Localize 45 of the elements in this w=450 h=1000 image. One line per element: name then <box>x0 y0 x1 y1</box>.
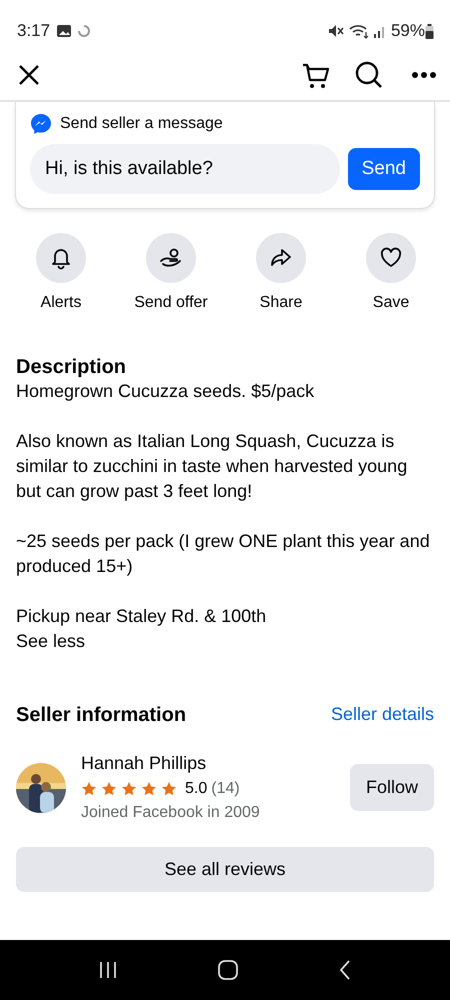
message-field[interactable]: Hi, is this available? <box>30 144 340 194</box>
description-text: Pickup near Staley Rd. & 100th <box>16 605 268 628</box>
star-icon <box>81 781 97 797</box>
star-icon <box>101 781 117 797</box>
description-text: ~25 seeds per pack (I grew ONE plant this year and produced 15+) <box>16 530 431 578</box>
home-icon[interactable] <box>218 960 238 980</box>
action-label: Save <box>372 293 410 313</box>
recent-apps-icon[interactable] <box>98 961 118 979</box>
mute-icon <box>328 24 344 38</box>
section-heading: Description <box>16 355 128 379</box>
signal-icon <box>372 24 387 38</box>
see-all-reviews-button[interactable]: See all reviews <box>16 847 434 892</box>
action-label: Send offer <box>134 293 208 313</box>
image-icon <box>56 23 72 39</box>
see-less-link[interactable]: See less <box>16 629 86 654</box>
messenger-icon <box>30 113 52 135</box>
back-icon[interactable] <box>338 960 352 980</box>
action-label: Share <box>260 293 302 313</box>
search-icon[interactable] <box>354 60 384 90</box>
seller-name: Hannah Phillips <box>81 752 208 775</box>
more-icon[interactable] <box>412 71 436 79</box>
rating-value: 5.0 <box>185 779 208 799</box>
wifi-icon <box>348 23 370 39</box>
action-button[interactable] <box>256 233 306 283</box>
star-icon <box>121 781 137 797</box>
card-title: Send seller a message <box>60 114 223 134</box>
action-label: Alerts <box>40 293 82 313</box>
loading-icon <box>78 25 90 37</box>
seller-details-link[interactable]: Seller details <box>330 701 434 728</box>
review-count: (14) <box>211 779 240 799</box>
battery-percent: 59% <box>390 20 425 42</box>
follow-button[interactable]: Follow <box>350 764 434 811</box>
star-icon <box>141 781 157 797</box>
action-button[interactable] <box>366 233 416 283</box>
star-icon <box>161 781 177 797</box>
cart-icon[interactable] <box>302 61 330 89</box>
action-button[interactable] <box>146 233 196 283</box>
section-heading: Seller information <box>16 702 186 726</box>
description-text: Also known as Italian Long Squash, Cucuzza is similar to zucchini in taste when harvested young but can grow past 3 feet long! <box>16 430 408 503</box>
description-text: Homegrown Cucuzza seeds. $5/pack <box>16 380 316 403</box>
send-button[interactable]: Send <box>348 148 420 190</box>
battery-icon <box>425 24 434 38</box>
clock: 3:17 <box>17 20 50 42</box>
action-button[interactable] <box>36 233 86 283</box>
joined-text: Joined Facebook in 2009 <box>81 803 261 823</box>
